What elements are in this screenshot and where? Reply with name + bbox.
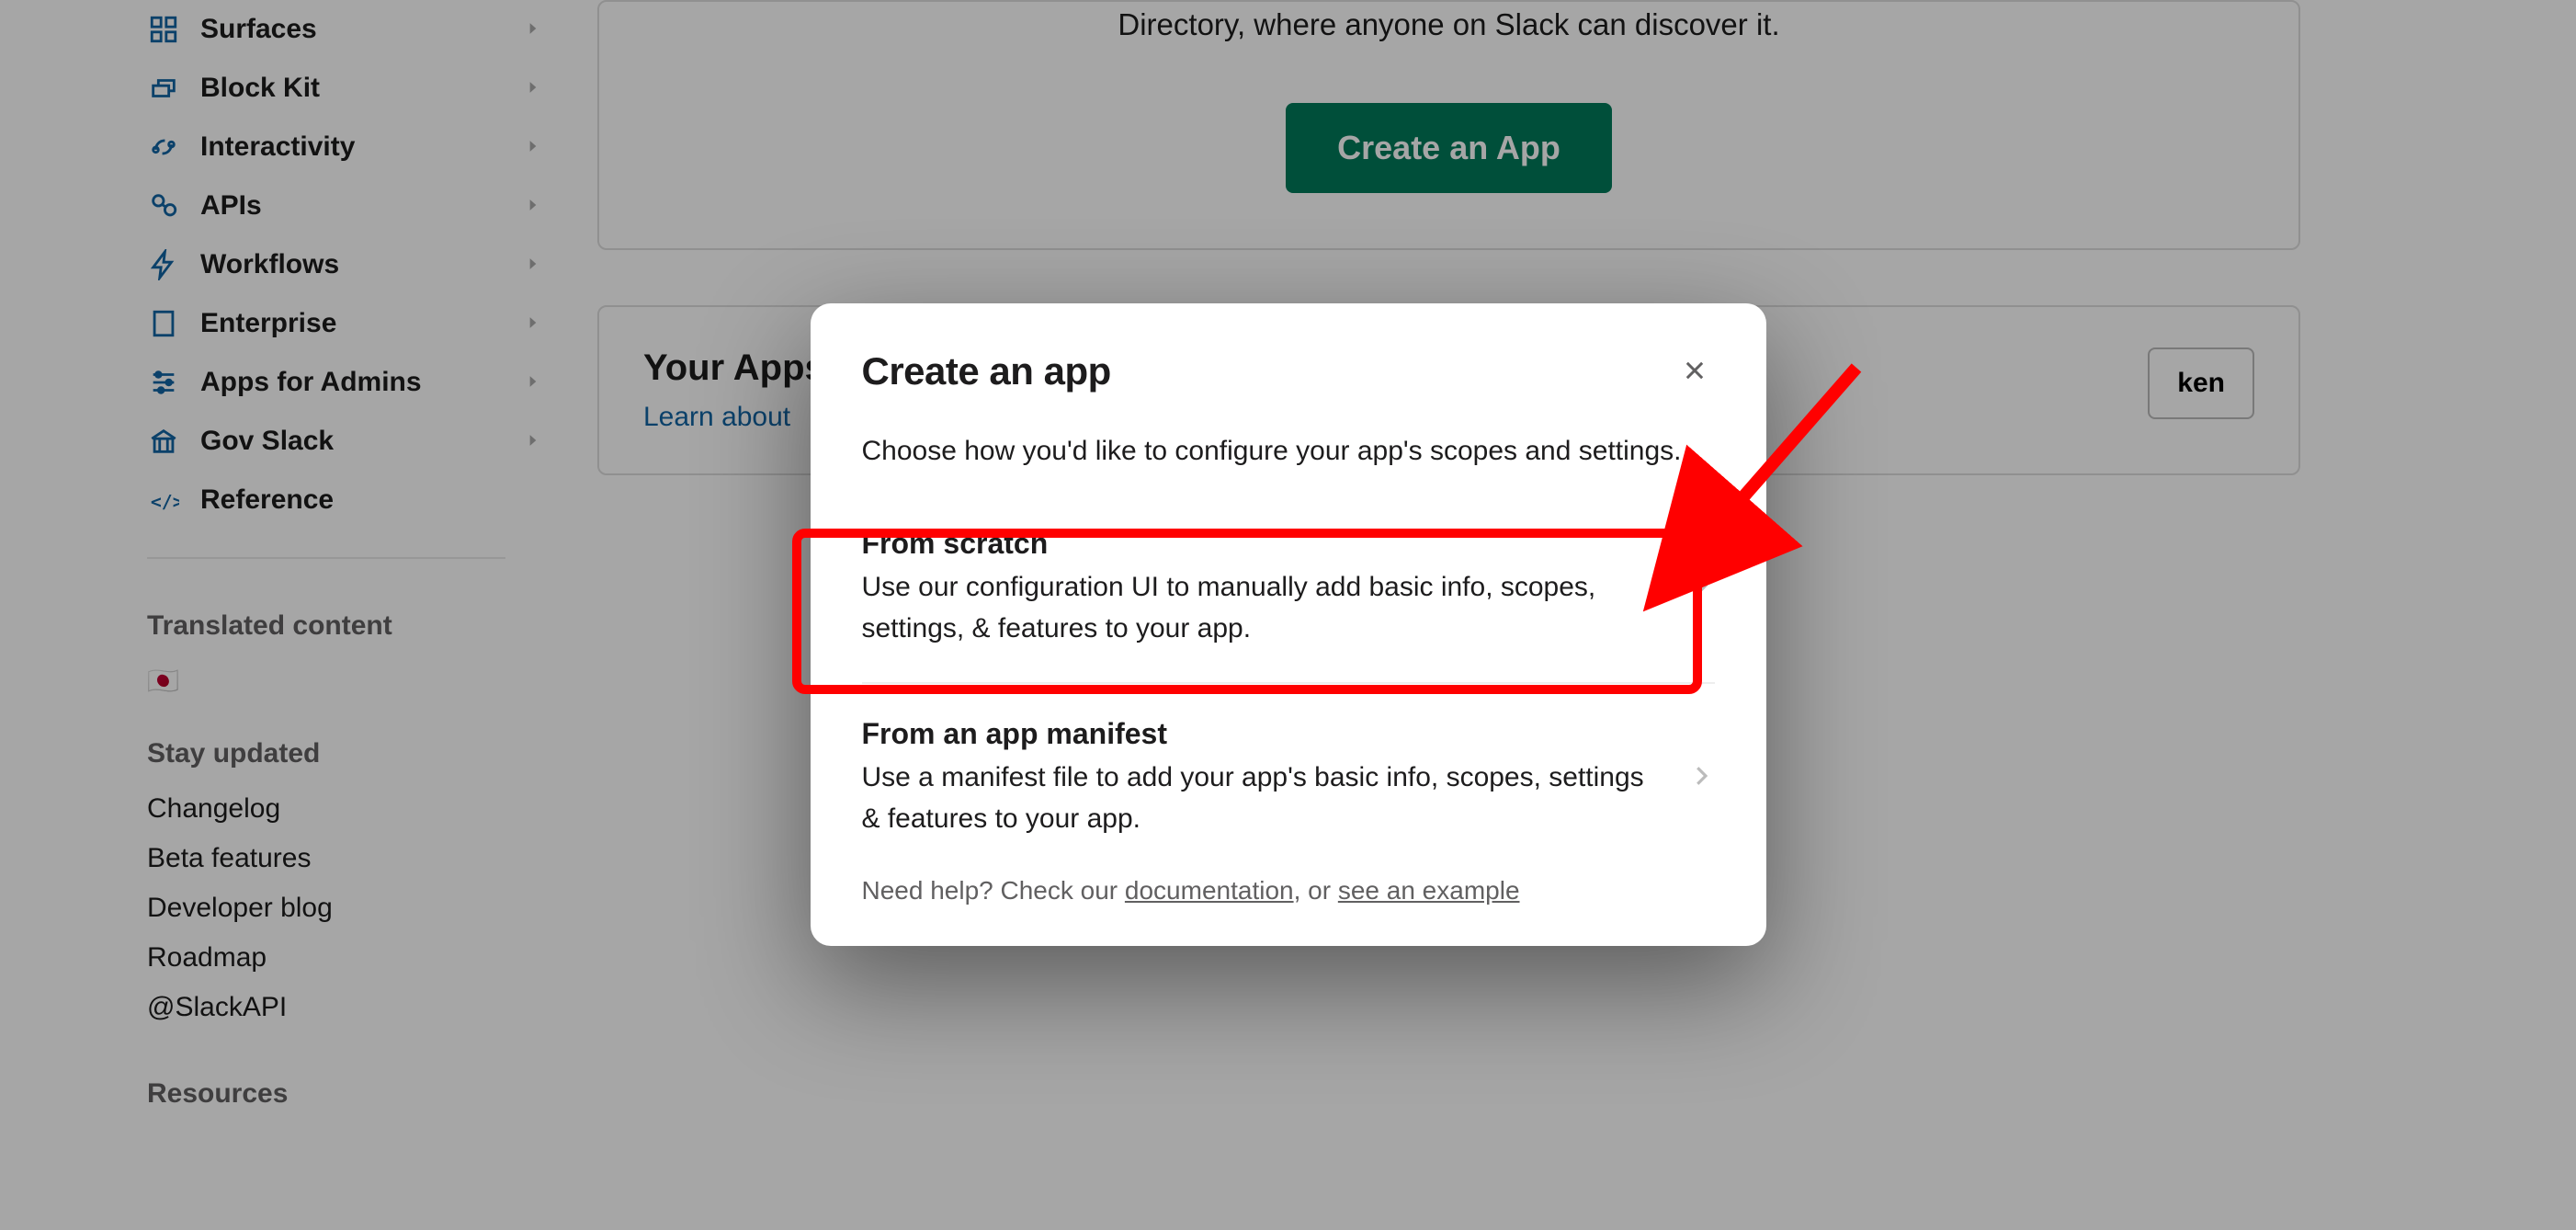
documentation-link[interactable]: documentation [1125,876,1294,905]
option-title: From an app manifest [862,717,1660,757]
close-icon [1682,372,1708,386]
chevron-right-icon [1687,762,1715,794]
chevron-right-icon [1687,572,1715,604]
option-from-scratch[interactable]: From scratch Use our configuration UI to… [862,499,1715,677]
close-button[interactable] [1674,350,1715,393]
option-divider [862,682,1715,684]
modal-title: Create an app [862,349,1111,393]
modal-subtitle: Choose how you'd like to configure your … [862,393,1715,481]
option-description: Use our configuration UI to manually add… [862,566,1660,649]
option-description: Use a manifest file to add your app's ba… [862,757,1660,839]
help-mid: , or [1294,876,1338,905]
help-prefix: Need help? Check our [862,876,1125,905]
option-from-manifest[interactable]: From an app manifest Use a manifest file… [862,689,1715,867]
help-text: Need help? Check our documentation, or s… [862,867,1715,905]
create-app-modal: Create an app Choose how you'd like to c… [811,303,1766,946]
see-example-link[interactable]: see an example [1338,876,1520,905]
option-title: From scratch [862,527,1660,566]
